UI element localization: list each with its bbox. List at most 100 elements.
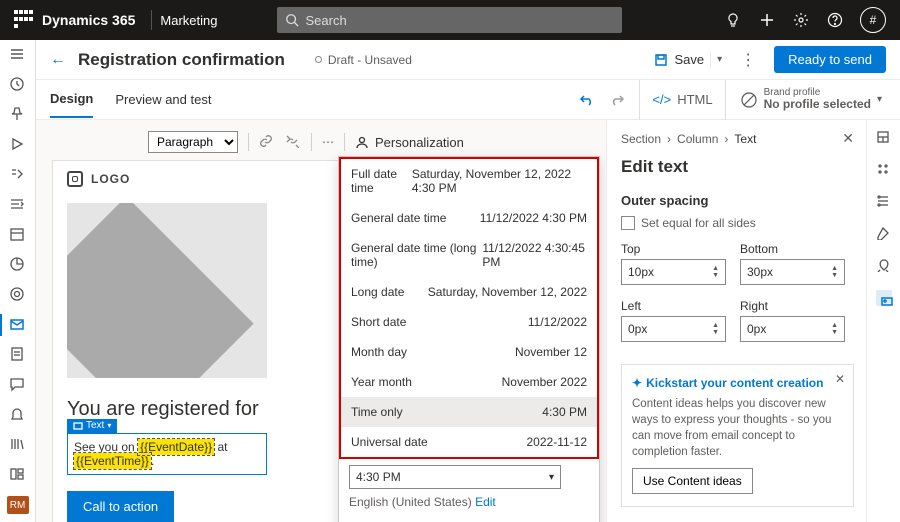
settings-lines-icon[interactable] — [876, 194, 892, 210]
paragraph-style-select[interactable]: Paragraph — [148, 131, 238, 153]
cta-button[interactable]: Call to action — [67, 491, 174, 522]
play-icon[interactable] — [9, 136, 27, 152]
datetime-option[interactable]: Short date11/12/2022 — [341, 307, 597, 337]
left-nav-rail: RM — [0, 40, 36, 522]
recent-icon[interactable] — [9, 76, 27, 92]
bc-column[interactable]: Column — [677, 132, 718, 146]
help-icon[interactable] — [826, 11, 844, 29]
bc-text: Text — [734, 132, 756, 146]
section-outer-spacing: Outer spacing — [621, 193, 854, 208]
content-ideas-callout: ✕ ✦Kickstart your content creation Conte… — [621, 364, 854, 507]
person-icon — [355, 135, 369, 149]
selected-text-block[interactable]: Text▾ See you on {{EventDate}} at {{Even… — [67, 433, 267, 475]
styles-icon[interactable] — [876, 226, 892, 242]
spacing-right-input[interactable]: 0px▲▼ — [740, 316, 845, 342]
form-icon[interactable] — [9, 346, 27, 362]
properties-panel: Section › Column › Text ✕ Edit text Oute… — [606, 120, 866, 522]
datetime-option[interactable]: Month dayNovember 12 — [341, 337, 597, 367]
user-avatar[interactable]: # — [860, 7, 886, 33]
edit-locale-link[interactable]: Edit — [475, 495, 496, 509]
spinner-icon[interactable]: ▲▼ — [712, 322, 719, 336]
breadcrumb: Section › Column › Text ✕ — [621, 130, 854, 147]
spacing-top-input[interactable]: 10px▲▼ — [621, 259, 726, 285]
module-label: Marketing — [160, 13, 217, 28]
callout-title: ✦Kickstart your content creation — [632, 375, 843, 392]
library-icon[interactable] — [9, 436, 27, 452]
code-icon: </> — [652, 92, 671, 107]
target-icon[interactable] — [9, 286, 27, 302]
hero-image-placeholder[interactable] — [67, 203, 267, 378]
calendar-icon[interactable] — [9, 226, 27, 242]
use-content-ideas-button[interactable]: Use Content ideas — [632, 468, 753, 494]
html-toggle[interactable]: </> HTML — [639, 80, 725, 120]
spinner-icon[interactable]: ▲▼ — [831, 322, 838, 336]
save-icon — [654, 53, 668, 67]
personalization-button[interactable]: Personalization — [355, 135, 464, 150]
bell-icon[interactable] — [9, 406, 27, 422]
persona-badge[interactable]: RM — [7, 496, 29, 514]
selected-format-field[interactable]: 4:30 PM▾ — [349, 465, 561, 489]
datetime-option[interactable]: Time only4:30 PM — [341, 397, 597, 427]
spacing-bottom-input[interactable]: 30px▲▼ — [740, 259, 845, 285]
global-search[interactable]: Search — [277, 7, 622, 33]
journey-icon[interactable] — [9, 166, 27, 182]
properties-icon[interactable] — [876, 290, 892, 306]
lightbulb-icon[interactable] — [724, 11, 742, 29]
datetime-option[interactable]: Year monthNovember 2022 — [341, 367, 597, 397]
equal-sides-checkbox[interactable]: Set equal for all sides — [621, 216, 854, 230]
email-icon[interactable] — [9, 316, 27, 332]
token-event-time[interactable]: {{EventTime}} — [74, 453, 151, 469]
datetime-option[interactable]: Long dateSaturday, November 12, 2022 — [341, 277, 597, 307]
close-icon[interactable]: ✕ — [835, 371, 845, 388]
bc-section[interactable]: Section — [621, 132, 661, 146]
layout-icon[interactable] — [9, 466, 27, 482]
datetime-option[interactable]: General date time11/12/2022 4:30 PM — [341, 203, 597, 233]
unlink-icon[interactable] — [285, 134, 301, 150]
pin-icon[interactable] — [9, 106, 27, 122]
tab-design[interactable]: Design — [50, 81, 93, 118]
redo-button[interactable] — [609, 92, 625, 108]
back-button[interactable]: ← — [50, 51, 66, 69]
brand-label: Dynamics 365 — [42, 12, 135, 28]
command-bar: ← Registration confirmation Draft - Unsa… — [36, 40, 900, 80]
plus-icon[interactable] — [758, 11, 776, 29]
panel-title: Edit text — [621, 157, 854, 177]
menu-icon[interactable] — [9, 46, 27, 62]
tab-preview[interactable]: Preview and test — [115, 82, 211, 117]
sections-icon[interactable] — [876, 162, 892, 178]
global-topbar: Dynamics 365 Marketing Search # — [0, 0, 900, 40]
chart-icon[interactable] — [9, 256, 27, 272]
close-icon[interactable]: ✕ — [842, 130, 854, 147]
elements-icon[interactable] — [876, 130, 892, 146]
callout-body: Content ideas helps you discover new way… — [632, 396, 843, 460]
gear-icon[interactable] — [792, 11, 810, 29]
undo-button[interactable] — [579, 92, 595, 108]
right-tool-rail — [866, 120, 900, 522]
spinner-icon[interactable]: ▲▼ — [712, 265, 719, 279]
search-icon — [285, 13, 299, 27]
chevron-down-icon[interactable]: ▾ — [717, 54, 722, 65]
search-placeholder: Search — [305, 13, 346, 28]
element-type-tab[interactable]: Text▾ — [67, 419, 117, 433]
spacing-left-input[interactable]: 0px▲▼ — [621, 316, 726, 342]
locale-row: English (United States) Edit — [339, 493, 599, 519]
message-icon[interactable] — [9, 376, 27, 392]
spinner-icon[interactable]: ▲▼ — [831, 265, 838, 279]
divider — [151, 10, 152, 30]
more-icon[interactable]: ⋮ — [734, 50, 762, 70]
rocket-icon[interactable] — [876, 258, 892, 274]
no-profile-icon — [740, 91, 758, 109]
flow-icon[interactable] — [9, 196, 27, 212]
link-icon[interactable] — [259, 134, 275, 150]
datetime-format-popup: Full date timeSaturday, November 12, 202… — [338, 156, 600, 522]
brand-profile-selector[interactable]: Brand profileNo profile selected ▾ — [740, 88, 886, 111]
more-formatting-icon[interactable]: ⋯ — [322, 135, 334, 149]
save-button[interactable]: Save ▾ — [654, 51, 722, 69]
datetime-option[interactable]: General date time (long time)11/12/2022 … — [341, 233, 597, 277]
chevron-down-icon: ▾ — [549, 472, 554, 483]
ready-to-send-button[interactable]: Ready to send — [774, 46, 886, 73]
checkbox-icon — [621, 216, 635, 230]
datetime-option[interactable]: Full date timeSaturday, November 12, 202… — [341, 159, 597, 203]
app-launcher-icon[interactable] — [14, 10, 34, 30]
datetime-option[interactable]: Universal date2022-11-12 — [341, 427, 597, 457]
